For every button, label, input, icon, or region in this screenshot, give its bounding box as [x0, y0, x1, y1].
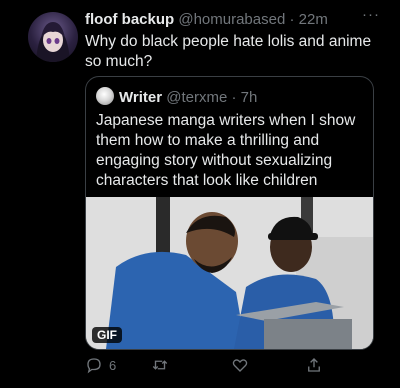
author-handle[interactable]: @homurabased: [178, 11, 285, 28]
like-button[interactable]: [231, 356, 249, 374]
tweet-time[interactable]: 22m: [299, 11, 328, 28]
reply-icon: [87, 358, 101, 374]
quoted-author-name[interactable]: Writer: [119, 89, 162, 106]
retweet-icon: [152, 360, 168, 370]
author-avatar[interactable]: [28, 12, 78, 62]
gif-frame-image: [86, 197, 373, 349]
tweet-header: floof backup @homurabased · 22m: [85, 10, 390, 30]
like-icon: [232, 359, 248, 372]
reply-count: 6: [109, 357, 117, 373]
share-icon: [308, 358, 320, 372]
author-name[interactable]: floof backup: [85, 11, 174, 28]
tweet-text: Why do black people hate lolis and anime…: [85, 33, 372, 70]
gif-media[interactable]: GIF: [86, 197, 373, 349]
gif-badge: GIF: [92, 327, 122, 343]
quoted-tweet-text: Japanese manga writers when I show them …: [96, 112, 356, 189]
quoted-header-separator: ·: [227, 89, 241, 106]
share-button[interactable]: [305, 356, 323, 374]
quoted-tweet[interactable]: Writer @terxme · 7h Japanese manga write…: [85, 76, 374, 350]
more-icon[interactable]: ···: [362, 6, 380, 23]
quoted-author-handle[interactable]: @terxme: [166, 89, 227, 106]
reply-button[interactable]: 6: [85, 356, 116, 374]
quoted-tweet-time[interactable]: 7h: [241, 89, 258, 106]
quoted-tweet-header: Writer @terxme · 7h: [96, 87, 363, 108]
header-separator: ·: [285, 11, 299, 28]
quoted-author-avatar[interactable]: [96, 87, 114, 105]
avatar-image: [36, 22, 70, 62]
tweet-actions: 6: [85, 356, 385, 376]
retweet-button[interactable]: [151, 356, 169, 374]
